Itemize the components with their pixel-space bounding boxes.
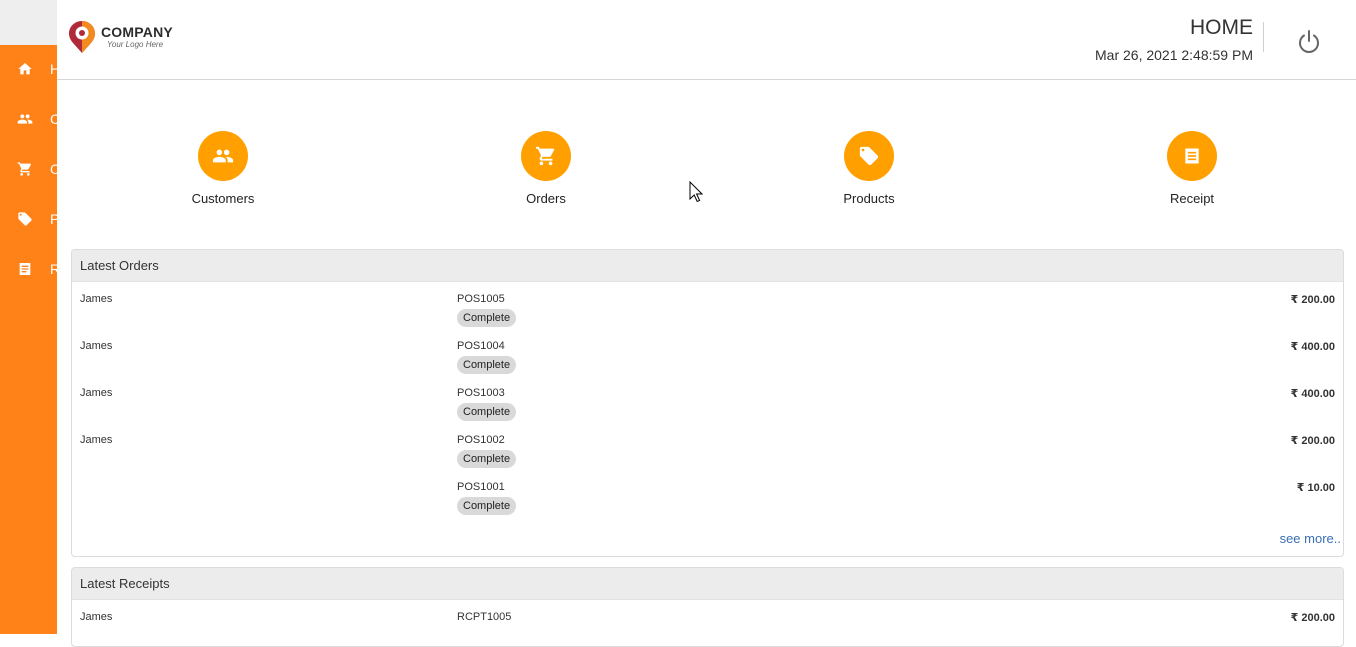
cart-icon [521, 131, 571, 181]
sidebar: H C O P R [0, 0, 57, 634]
latest-orders-panel: Latest Orders James POS1005 Complete ₹ 2… [71, 249, 1344, 557]
tile-label: Customers [191, 191, 255, 206]
home-icon [0, 61, 50, 77]
tile-receipt[interactable]: Receipt [1132, 131, 1252, 206]
table-row[interactable]: James POS1004 Complete ₹ 400.00 [72, 329, 1343, 376]
see-more-link[interactable]: see more.. [1280, 531, 1341, 546]
sidebar-menu: H C O P R [0, 45, 57, 634]
power-button[interactable] [1295, 28, 1323, 56]
order-customer: James [80, 340, 113, 352]
logo-tagline: Your Logo Here [107, 40, 164, 49]
order-amount: ₹ 200.00 [1290, 294, 1335, 306]
header-divider [1263, 22, 1264, 52]
table-row[interactable]: James POS1002 Complete ₹ 200.00 [72, 423, 1343, 470]
latest-receipts-panel: Latest Receipts James RCPT1005 ₹ 200.00 [71, 567, 1344, 647]
order-amount: ₹ 10.00 [1296, 482, 1335, 494]
receipt-customer: James [80, 611, 113, 623]
sidebar-item-receipts[interactable]: R [0, 254, 57, 284]
mouse-cursor-icon [689, 181, 703, 203]
sidebar-item-products[interactable]: P [0, 204, 57, 234]
order-id: POS1002 [457, 434, 505, 446]
tile-label: Orders [526, 191, 566, 206]
table-row[interactable]: James POS1003 Complete ₹ 400.00 [72, 376, 1343, 423]
order-amount: ₹ 200.00 [1290, 435, 1335, 447]
order-customer: James [80, 387, 113, 399]
tile-label: Products [843, 191, 895, 206]
order-id: POS1004 [457, 340, 505, 352]
sidebar-item-label: H [50, 61, 57, 77]
table-row[interactable]: James RCPT1005 ₹ 200.00 [72, 600, 1343, 646]
order-id: POS1003 [457, 387, 505, 399]
people-icon [198, 131, 248, 181]
power-icon [1299, 30, 1319, 53]
order-id: POS1001 [457, 481, 505, 493]
status-badge: Complete [457, 403, 517, 421]
main-content: COMPANY Your Logo Here HOME Mar 26, 2021… [57, 0, 1356, 647]
tag-icon [0, 211, 50, 227]
status-badge: Complete [457, 356, 517, 374]
page-title: HOME [1190, 16, 1253, 39]
receipt-amount: ₹ 200.00 [1290, 612, 1335, 624]
cart-icon [0, 161, 50, 177]
top-header: COMPANY Your Logo Here HOME Mar 26, 2021… [57, 0, 1356, 80]
sidebar-item-label: C [50, 111, 57, 127]
table-row[interactable]: POS1001 Complete ₹ 10.00 [72, 470, 1343, 517]
logo-pin-icon [69, 21, 95, 53]
tile-orders[interactable]: Orders [486, 131, 606, 206]
order-customer: James [80, 293, 113, 305]
sidebar-item-orders[interactable]: O [0, 154, 57, 184]
status-badge: Complete [457, 450, 517, 468]
people-icon [0, 111, 50, 127]
tile-customers[interactable]: Customers [163, 131, 283, 206]
tag-icon [844, 131, 894, 181]
current-datetime: Mar 26, 2021 2:48:59 PM [1095, 47, 1253, 63]
panel-title: Latest Orders [72, 250, 1343, 282]
tile-products[interactable]: Products [809, 131, 929, 206]
receipt-icon [0, 261, 50, 277]
status-badge: Complete [457, 497, 517, 515]
panel-title: Latest Receipts [72, 568, 1343, 600]
sidebar-item-label: O [50, 161, 57, 177]
sidebar-item-customers[interactable]: C [0, 104, 57, 134]
sidebar-top-strip [0, 0, 57, 45]
sidebar-item-home[interactable]: H [0, 54, 57, 84]
order-amount: ₹ 400.00 [1290, 341, 1335, 353]
logo-company-name: COMPANY [101, 24, 173, 40]
order-customer: James [80, 434, 113, 446]
sidebar-item-label: P [50, 211, 57, 227]
company-logo[interactable]: COMPANY Your Logo Here [67, 20, 173, 54]
table-row[interactable]: James POS1005 Complete ₹ 200.00 [72, 282, 1343, 329]
tile-label: Receipt [1169, 191, 1215, 206]
sidebar-item-label: R [50, 261, 57, 277]
order-id: POS1005 [457, 293, 505, 305]
status-badge: Complete [457, 309, 517, 327]
receipt-id: RCPT1005 [457, 611, 512, 623]
order-amount: ₹ 400.00 [1290, 388, 1335, 400]
receipt-icon [1167, 131, 1217, 181]
